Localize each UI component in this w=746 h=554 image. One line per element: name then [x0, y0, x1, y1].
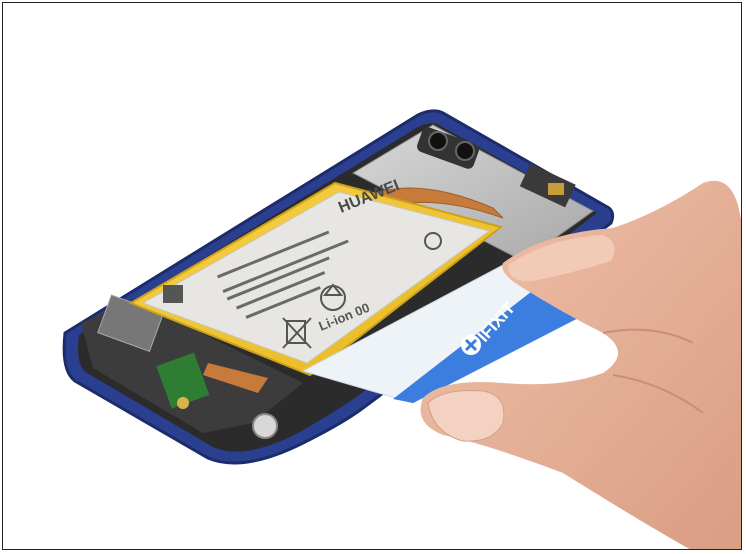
photo-frame: HUAWEI Li-ion 00 IFIXIT	[2, 2, 742, 550]
battery-qr-code	[163, 285, 183, 303]
repair-photo: HUAWEI Li-ion 00 IFIXIT	[62, 109, 741, 549]
